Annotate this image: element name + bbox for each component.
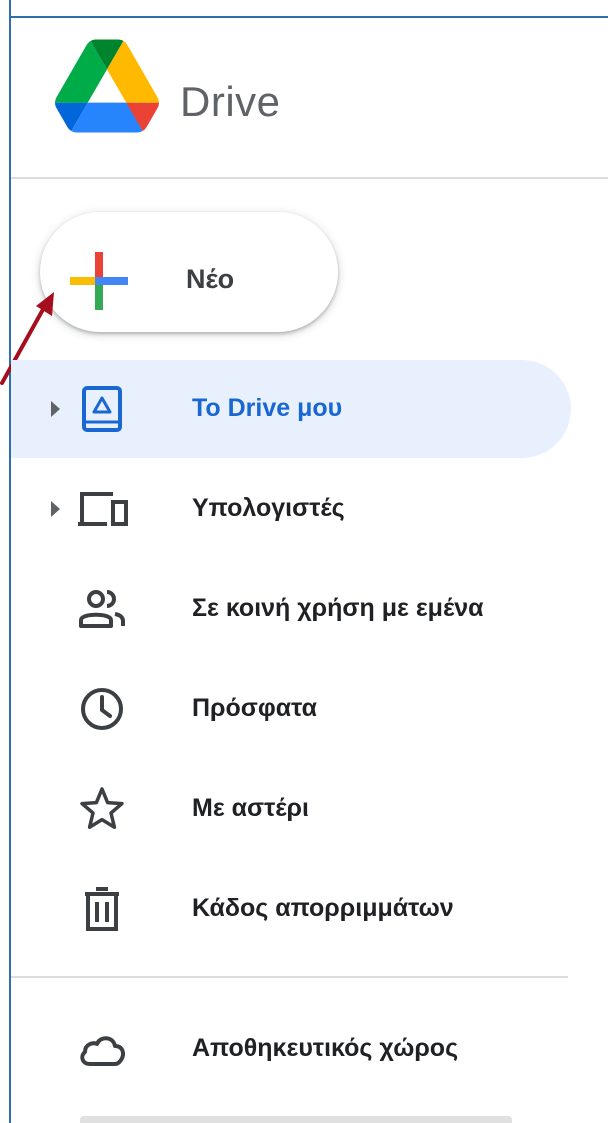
- section-divider: [11, 976, 568, 978]
- star-icon: [80, 787, 124, 829]
- google-drive-logo-icon[interactable]: [55, 38, 159, 134]
- sidebar-item-storage[interactable]: Αποθηκευτικός χώρος: [11, 1000, 571, 1098]
- sidebar-item-label: Το Drive μου: [192, 394, 343, 422]
- sidebar-item-label: Υπολογιστές: [192, 494, 345, 522]
- expand-caret-icon[interactable]: [51, 401, 60, 417]
- app-title[interactable]: Drive: [180, 78, 281, 126]
- header-divider: [11, 177, 608, 179]
- computers-icon: [78, 492, 128, 526]
- shared-with-me-icon: [79, 590, 125, 628]
- new-button[interactable]: Νέο: [40, 212, 338, 332]
- frame-border-top: [9, 16, 608, 18]
- clock-icon: [81, 688, 123, 730]
- sidebar-item-recent[interactable]: Πρόσφατα: [11, 660, 571, 758]
- sidebar-item-label: Αποθηκευτικός χώρος: [192, 1034, 459, 1062]
- sidebar-item-trash[interactable]: Κάδος απορριμμάτων: [11, 860, 571, 958]
- new-button-label: Νέο: [186, 264, 235, 294]
- drive-sidebar-screenshot: Drive Νέο Το Drive μου Υπολογιστές Σε κο…: [0, 0, 608, 1123]
- expand-caret-icon[interactable]: [51, 501, 60, 517]
- plus-icon: [70, 252, 128, 310]
- storage-usage-bar: [80, 1116, 512, 1123]
- trash-icon: [85, 887, 119, 931]
- sidebar-item-computers[interactable]: Υπολογιστές: [11, 460, 571, 558]
- sidebar-item-my-drive[interactable]: Το Drive μου: [11, 360, 571, 458]
- sidebar-item-starred[interactable]: Με αστέρι: [11, 760, 571, 858]
- my-drive-icon: [82, 386, 122, 432]
- cloud-icon: [80, 1036, 125, 1066]
- sidebar-item-label: Κάδος απορριμμάτων: [192, 894, 454, 922]
- sidebar-item-label: Με αστέρι: [192, 794, 309, 822]
- sidebar-item-shared-with-me[interactable]: Σε κοινή χρήση με εμένα: [11, 560, 571, 658]
- sidebar-item-label: Πρόσφατα: [192, 694, 317, 722]
- sidebar-item-label: Σε κοινή χρήση με εμένα: [192, 594, 484, 622]
